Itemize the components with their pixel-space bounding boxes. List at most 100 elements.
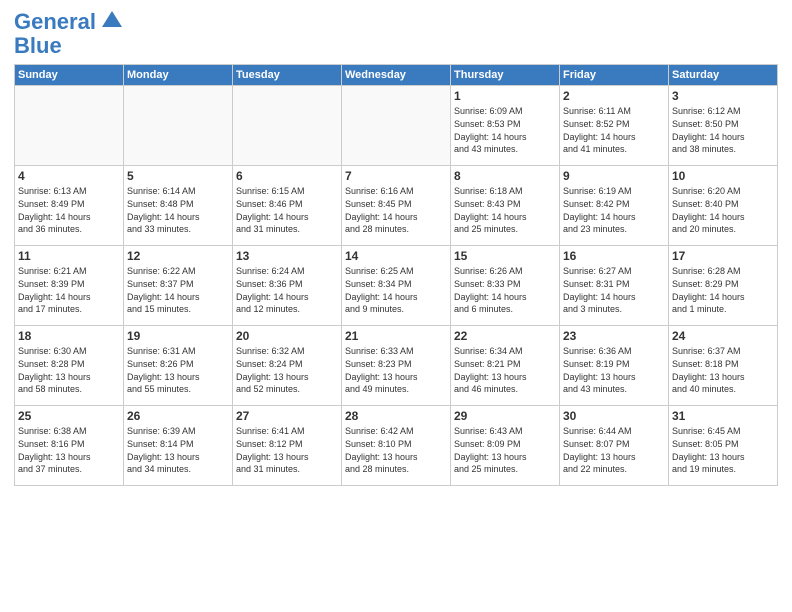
calendar-cell: 18Sunrise: 6:30 AM Sunset: 8:28 PM Dayli… (15, 326, 124, 406)
day-number: 17 (672, 249, 774, 263)
day-number: 15 (454, 249, 556, 263)
day-number: 12 (127, 249, 229, 263)
day-number: 2 (563, 89, 665, 103)
day-number: 22 (454, 329, 556, 343)
calendar-cell (15, 86, 124, 166)
day-number: 25 (18, 409, 120, 423)
day-number: 23 (563, 329, 665, 343)
calendar-cell: 22 Sunrise: 6:34 AM Sunset: 8:21 PM Dayli… (451, 326, 560, 406)
logo-text: General (14, 10, 96, 34)
weekday-header-sunday: Sunday (15, 65, 124, 86)
calendar-cell: 6 Sunrise: 6:15 AM Sunset: 8:46 PM Daylig… (233, 166, 342, 246)
day-info: Sunrise: 6:16 AM Sunset: 8:45 PM Dayligh… (345, 185, 447, 235)
calendar-week-row: 1 Sunrise: 6:09 AM Sunset: 8:53 PM Daylig… (15, 86, 778, 166)
day-info: Sunrise: 6:13 AM Sunset: 8:49 PM Dayligh… (18, 185, 120, 235)
calendar-week-row: 25 Sunrise: 6:38 AM Sunset: 8:16 PM Dayli… (15, 406, 778, 486)
logo-icon (98, 9, 126, 31)
calendar-cell: 11Sunrise: 6:21 AM Sunset: 8:39 PM Dayli… (15, 246, 124, 326)
day-number: 29 (454, 409, 556, 423)
calendar-cell: 2 Sunrise: 6:11 AM Sunset: 8:52 PM Daylig… (560, 86, 669, 166)
day-info: Sunrise: 6:30 AM Sunset: 8:28 PM Dayligh… (18, 345, 120, 395)
day-info: Sunrise: 6:21 AM Sunset: 8:39 PM Dayligh… (18, 265, 120, 315)
day-info: Sunrise: 6:20 AM Sunset: 8:40 PM Dayligh… (672, 185, 774, 235)
day-number: 13 (236, 249, 338, 263)
calendar-cell: 17 Sunrise: 6:28 AM Sunset: 8:29 PM Dayli… (669, 246, 778, 326)
day-number: 8 (454, 169, 556, 183)
calendar-cell: 20Sunrise: 6:32 AM Sunset: 8:24 PM Dayli… (233, 326, 342, 406)
weekday-header-saturday: Saturday (669, 65, 778, 86)
weekday-header-tuesday: Tuesday (233, 65, 342, 86)
day-info: Sunrise: 6:14 AM Sunset: 8:48 PM Dayligh… (127, 185, 229, 235)
day-info: Sunrise: 6:39 AM Sunset: 8:14 PM Dayligh… (127, 425, 229, 475)
day-number: 14 (345, 249, 447, 263)
weekday-header-row: SundayMondayTuesdayWednesdayThursdayFrid… (15, 65, 778, 86)
day-number: 26 (127, 409, 229, 423)
day-info: Sunrise: 6:26 AM Sunset: 8:33 PM Dayligh… (454, 265, 556, 315)
day-number: 27 (236, 409, 338, 423)
calendar-cell (342, 86, 451, 166)
calendar-cell: 23 Sunrise: 6:36 AM Sunset: 8:19 PM Dayli… (560, 326, 669, 406)
calendar-cell: 3Sunrise: 6:12 AM Sunset: 8:50 PM Daylig… (669, 86, 778, 166)
day-number: 21 (345, 329, 447, 343)
day-info: Sunrise: 6:15 AM Sunset: 8:46 PM Dayligh… (236, 185, 338, 235)
day-info: Sunrise: 6:43 AM Sunset: 8:09 PM Dayligh… (454, 425, 556, 475)
calendar-week-row: 18Sunrise: 6:30 AM Sunset: 8:28 PM Dayli… (15, 326, 778, 406)
day-number: 6 (236, 169, 338, 183)
calendar-cell: 10 Sunrise: 6:20 AM Sunset: 8:40 PM Dayli… (669, 166, 778, 246)
calendar-cell: 28 Sunrise: 6:42 AM Sunset: 8:10 PM Dayli… (342, 406, 451, 486)
calendar-cell: 14Sunrise: 6:25 AM Sunset: 8:34 PM Dayli… (342, 246, 451, 326)
weekday-header-wednesday: Wednesday (342, 65, 451, 86)
day-number: 28 (345, 409, 447, 423)
day-number: 1 (454, 89, 556, 103)
day-number: 16 (563, 249, 665, 263)
day-info: Sunrise: 6:42 AM Sunset: 8:10 PM Dayligh… (345, 425, 447, 475)
calendar-cell: 9 Sunrise: 6:19 AM Sunset: 8:42 PM Daylig… (560, 166, 669, 246)
calendar-cell (233, 86, 342, 166)
day-info: Sunrise: 6:36 AM Sunset: 8:19 PM Dayligh… (563, 345, 665, 395)
calendar-cell: 25 Sunrise: 6:38 AM Sunset: 8:16 PM Dayli… (15, 406, 124, 486)
day-info: Sunrise: 6:11 AM Sunset: 8:52 PM Dayligh… (563, 105, 665, 155)
day-info: Sunrise: 6:41 AM Sunset: 8:12 PM Dayligh… (236, 425, 338, 475)
calendar-cell: 1 Sunrise: 6:09 AM Sunset: 8:53 PM Daylig… (451, 86, 560, 166)
day-info: Sunrise: 6:28 AM Sunset: 8:29 PM Dayligh… (672, 265, 774, 315)
calendar-cell: 4 Sunrise: 6:13 AM Sunset: 8:49 PM Daylig… (15, 166, 124, 246)
day-number: 5 (127, 169, 229, 183)
page-container: General Blue SundayMondayTuesdayWednesda… (0, 0, 792, 496)
day-number: 31 (672, 409, 774, 423)
day-info: Sunrise: 6:19 AM Sunset: 8:42 PM Dayligh… (563, 185, 665, 235)
page-header: General Blue (14, 10, 778, 58)
day-info: Sunrise: 6:18 AM Sunset: 8:43 PM Dayligh… (454, 185, 556, 235)
calendar-week-row: 4 Sunrise: 6:13 AM Sunset: 8:49 PM Daylig… (15, 166, 778, 246)
day-info: Sunrise: 6:38 AM Sunset: 8:16 PM Dayligh… (18, 425, 120, 475)
day-number: 19 (127, 329, 229, 343)
calendar-cell: 19 Sunrise: 6:31 AM Sunset: 8:26 PM Dayli… (124, 326, 233, 406)
day-number: 20 (236, 329, 338, 343)
day-info: Sunrise: 6:31 AM Sunset: 8:26 PM Dayligh… (127, 345, 229, 395)
weekday-header-monday: Monday (124, 65, 233, 86)
day-number: 9 (563, 169, 665, 183)
day-info: Sunrise: 6:34 AM Sunset: 8:21 PM Dayligh… (454, 345, 556, 395)
calendar-cell: 16Sunrise: 6:27 AM Sunset: 8:31 PM Dayli… (560, 246, 669, 326)
calendar-cell: 30 Sunrise: 6:44 AM Sunset: 8:07 PM Dayli… (560, 406, 669, 486)
day-info: Sunrise: 6:09 AM Sunset: 8:53 PM Dayligh… (454, 105, 556, 155)
calendar-cell: 26 Sunrise: 6:39 AM Sunset: 8:14 PM Dayli… (124, 406, 233, 486)
day-info: Sunrise: 6:37 AM Sunset: 8:18 PM Dayligh… (672, 345, 774, 395)
day-number: 30 (563, 409, 665, 423)
day-number: 3 (672, 89, 774, 103)
calendar-cell: 12Sunrise: 6:22 AM Sunset: 8:37 PM Dayli… (124, 246, 233, 326)
calendar-cell: 8 Sunrise: 6:18 AM Sunset: 8:43 PM Daylig… (451, 166, 560, 246)
day-info: Sunrise: 6:44 AM Sunset: 8:07 PM Dayligh… (563, 425, 665, 475)
day-number: 10 (672, 169, 774, 183)
calendar-cell: 24 Sunrise: 6:37 AM Sunset: 8:18 PM Dayli… (669, 326, 778, 406)
day-number: 4 (18, 169, 120, 183)
logo-blue-text: Blue (14, 34, 62, 58)
calendar-table: SundayMondayTuesdayWednesdayThursdayFrid… (14, 64, 778, 486)
day-number: 7 (345, 169, 447, 183)
calendar-week-row: 11Sunrise: 6:21 AM Sunset: 8:39 PM Dayli… (15, 246, 778, 326)
calendar-cell: 27 Sunrise: 6:41 AM Sunset: 8:12 PM Dayli… (233, 406, 342, 486)
weekday-header-thursday: Thursday (451, 65, 560, 86)
day-number: 24 (672, 329, 774, 343)
calendar-cell: 31 Sunrise: 6:45 AM Sunset: 8:05 PM Dayli… (669, 406, 778, 486)
day-info: Sunrise: 6:45 AM Sunset: 8:05 PM Dayligh… (672, 425, 774, 475)
logo: General Blue (14, 10, 126, 58)
